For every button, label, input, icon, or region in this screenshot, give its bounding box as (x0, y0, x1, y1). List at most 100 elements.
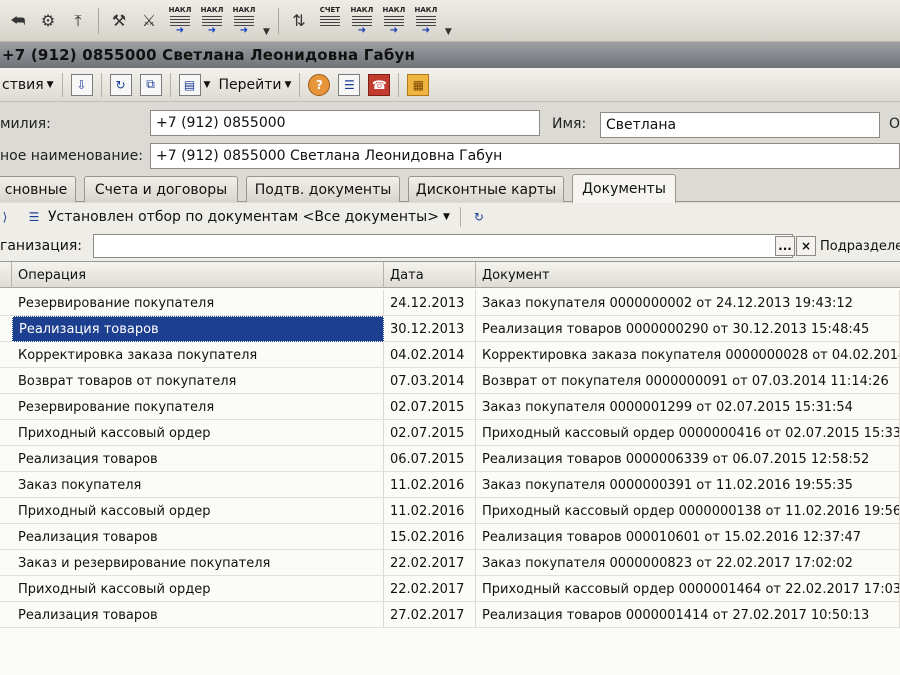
chevron-down-icon[interactable]: ▼ (443, 212, 450, 222)
table-row[interactable]: Заказ и резервирование покупателя 22.02.2… (0, 550, 900, 576)
operation-cell[interactable]: Реализация товаров (12, 446, 384, 472)
header-document[interactable]: Документ (476, 262, 900, 288)
tab-accounts-contracts[interactable]: Счета и договоры (84, 176, 238, 202)
date-cell[interactable]: 02.07.2015 (384, 394, 476, 420)
tools-icon[interactable]: ⚔ (137, 9, 161, 33)
date-cell[interactable]: 11.02.2016 (384, 498, 476, 524)
operation-cell[interactable]: Резервирование покупателя (12, 394, 384, 420)
document-cell[interactable]: Приходный кассовый ордер 0000001464 от 2… (476, 576, 900, 602)
operation-cell[interactable]: Реализация товаров (12, 316, 384, 342)
table-row[interactable]: Резервирование покупателя 24.12.2013 Заказ… (0, 290, 900, 316)
date-cell[interactable]: 30.12.2013 (384, 316, 476, 342)
chevron-down-icon[interactable]: ▼ (263, 27, 270, 37)
fullname-input[interactable]: +7 (912) 0855000 Светлана Леонидовна Габ… (150, 143, 900, 169)
back-arrow-icon[interactable]: ⮪ (6, 9, 30, 33)
operation-cell[interactable]: Резервирование покупателя (12, 290, 384, 316)
table-row[interactable]: Реализация товаров 15.02.2016 Реализация т… (0, 524, 900, 550)
filter-text[interactable]: Установлен отбор по документам <Все доку… (48, 209, 439, 225)
document-cell[interactable]: Приходный кассовый ордер 0000000138 от 1… (476, 498, 900, 524)
invoice-icon[interactable]: НАКЛ ➜ (349, 6, 375, 36)
operation-cell[interactable]: Приходный кассовый ордер (12, 498, 384, 524)
table-row[interactable]: Реализация товаров 27.02.2017 Реализация т… (0, 602, 900, 628)
operation-cell[interactable]: Реализация товаров (12, 524, 384, 550)
select-button[interactable]: ... (775, 236, 795, 256)
help-icon[interactable]: ? (308, 73, 331, 96)
document-cell[interactable]: Заказ покупателя 0000000391 от 11.02.201… (476, 472, 900, 498)
wrench-icon[interactable]: ⚒ (107, 9, 131, 33)
filter-list-icon[interactable]: ☰ (24, 207, 44, 227)
date-cell[interactable]: 24.12.2013 (384, 290, 476, 316)
write-close-icon[interactable]: ⇩ (70, 73, 93, 96)
invoice-icon[interactable]: НАКЛ ➜ (231, 6, 257, 36)
invoice-icon[interactable]: НАКЛ ➜ (167, 6, 193, 36)
document-cell[interactable]: Реализация товаров 0000006339 от 06.07.2… (476, 446, 900, 472)
table-row[interactable]: Приходный кассовый ордер 22.02.2017 Приход… (0, 576, 900, 602)
operation-cell[interactable]: Приходный кассовый ордер (12, 420, 384, 446)
actions-menu-button[interactable]: ствия ▼ (2, 77, 54, 93)
date-cell[interactable]: 06.07.2015 (384, 446, 476, 472)
operation-cell[interactable]: Заказ и резервирование покупателя (12, 550, 384, 576)
table-row[interactable]: Реализация товаров 30.12.2013 Реализация т… (0, 316, 900, 342)
tab-main[interactable]: сновные (0, 176, 76, 202)
date-cell[interactable]: 07.03.2014 (384, 368, 476, 394)
document-cell[interactable]: Возврат от покупателя 0000000091 от 07.0… (476, 368, 900, 394)
transfer-icon[interactable]: ⇅ (287, 9, 311, 33)
date-cell[interactable]: 27.02.2017 (384, 602, 476, 628)
operation-cell[interactable]: Корректировка заказа покупателя (12, 342, 384, 368)
operation-cell[interactable]: Приходный кассовый ордер (12, 576, 384, 602)
document-cell[interactable]: Приходный кассовый ордер 0000000416 от 0… (476, 420, 900, 446)
phone-icon[interactable]: ☎ (368, 73, 391, 96)
cash-icon[interactable]: ▦ (407, 73, 430, 96)
document-cell[interactable]: Заказ покупателя 0000001299 от 02.07.201… (476, 394, 900, 420)
copy-icon[interactable]: ⧉ (139, 73, 162, 96)
clear-button[interactable]: × (796, 236, 816, 256)
table-row[interactable]: Приходный кассовый ордер 11.02.2016 Приход… (0, 498, 900, 524)
header-date[interactable]: Дата (384, 262, 476, 288)
document-cell[interactable]: Реализация товаров 000010601 от 15.02.20… (476, 524, 900, 550)
date-cell[interactable]: 11.02.2016 (384, 472, 476, 498)
refresh-icon[interactable]: ↻ (109, 73, 132, 96)
chevron-down-icon[interactable]: ▼ (445, 27, 452, 37)
header-operation[interactable]: Операция (12, 262, 384, 288)
account-icon[interactable]: СЧЕТ (317, 6, 343, 36)
date-cell[interactable]: 04.02.2014 (384, 342, 476, 368)
surname-input[interactable]: +7 (912) 0855000 (150, 110, 540, 136)
invoice-label: НАКЛ (350, 5, 374, 14)
goto-menu-button[interactable]: Перейти ▼ (218, 77, 291, 93)
date-cell[interactable]: 22.02.2017 (384, 550, 476, 576)
filter-prev-icon[interactable]: ⟩ (0, 207, 10, 227)
tab-documents[interactable]: Документы (572, 174, 676, 203)
document-cell[interactable]: Реализация товаров 0000000290 от 30.12.2… (476, 316, 900, 342)
arrow-icon: ➜ (421, 24, 431, 36)
table-row[interactable]: Реализация товаров 06.07.2015 Реализация т… (0, 446, 900, 472)
name-input[interactable]: Светлана (600, 112, 880, 138)
date-cell[interactable]: 22.02.2017 (384, 576, 476, 602)
date-cell[interactable]: 02.07.2015 (384, 420, 476, 446)
operation-cell[interactable]: Реализация товаров (12, 602, 384, 628)
pin-icon[interactable]: ⤒ (66, 9, 90, 33)
invoice-lines (234, 15, 254, 26)
list-icon[interactable]: ☰ (338, 73, 361, 96)
table-row[interactable]: Заказ покупателя 11.02.2016 Заказ покупате… (0, 472, 900, 498)
table-row[interactable]: Возврат товаров от покупателя 07.03.2014 В… (0, 368, 900, 394)
gear-icon[interactable]: ⚙ (36, 9, 60, 33)
invoice-icon[interactable]: НАКЛ ➜ (199, 6, 225, 36)
invoice-label: НАКЛ (200, 5, 224, 14)
operation-cell[interactable]: Заказ покупателя (12, 472, 384, 498)
document-cell[interactable]: Корректировка заказа покупателя 00000000… (476, 342, 900, 368)
invoice-icon[interactable]: НАКЛ ➜ (413, 6, 439, 36)
tab-confirm-documents[interactable]: Подтв. документы (246, 176, 400, 202)
organization-input[interactable] (93, 234, 793, 258)
date-cell[interactable]: 15.02.2016 (384, 524, 476, 550)
invoice-icon[interactable]: НАКЛ ➜ (381, 6, 407, 36)
table-row[interactable]: Приходный кассовый ордер 02.07.2015 Приход… (0, 420, 900, 446)
create-based-button[interactable]: ▤ ▼ (178, 73, 210, 96)
table-row[interactable]: Резервирование покупателя 02.07.2015 Заказ… (0, 394, 900, 420)
document-cell[interactable]: Заказ покупателя 0000000002 от 24.12.201… (476, 290, 900, 316)
table-row[interactable]: Корректировка заказа покупателя 04.02.201… (0, 342, 900, 368)
refresh-filter-icon[interactable]: ↻ (469, 207, 489, 227)
document-cell[interactable]: Реализация товаров 0000001414 от 27.02.2… (476, 602, 900, 628)
tab-discount-cards[interactable]: Дисконтные карты (408, 176, 564, 202)
document-cell[interactable]: Заказ покупателя 0000000823 от 22.02.201… (476, 550, 900, 576)
operation-cell[interactable]: Возврат товаров от покупателя (12, 368, 384, 394)
